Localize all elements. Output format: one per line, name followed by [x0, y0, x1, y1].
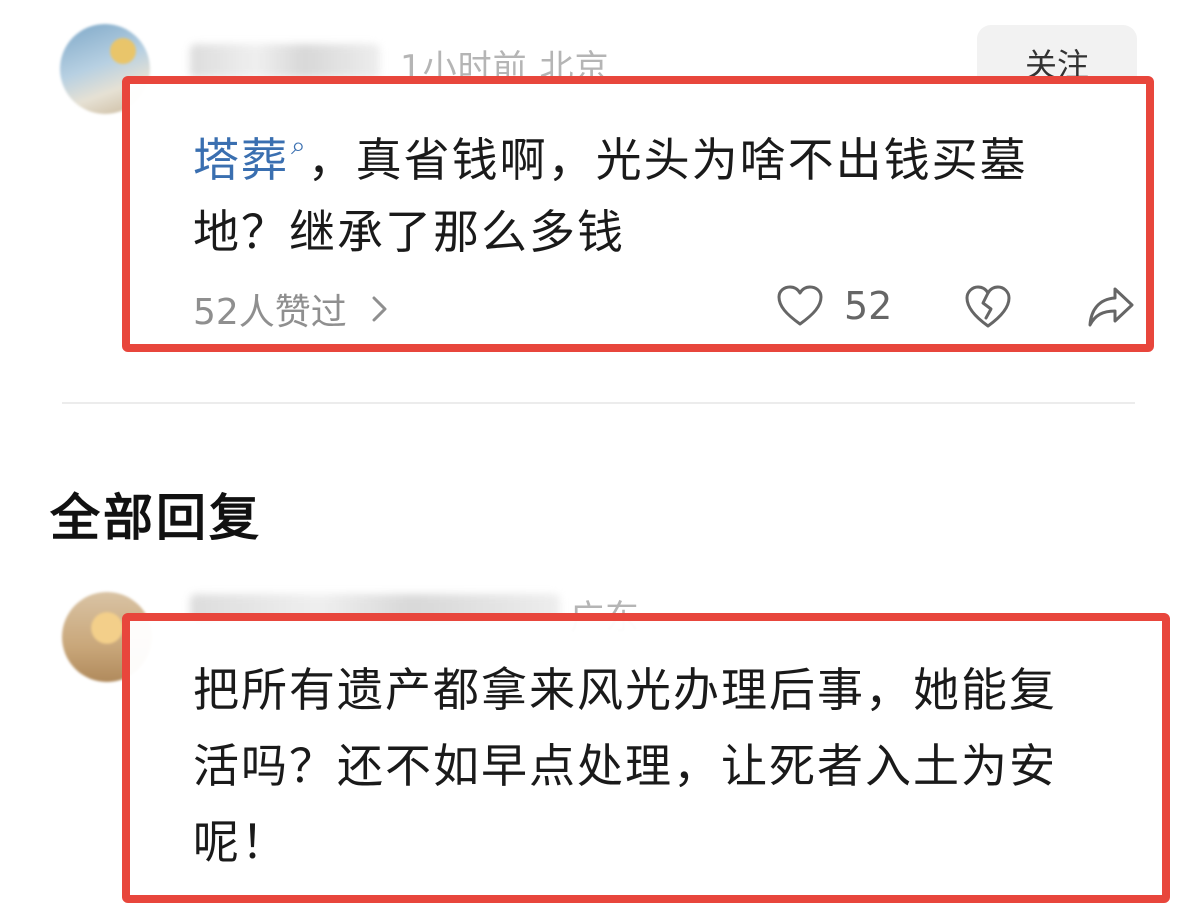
section-title: 全部回复: [50, 489, 262, 547]
comment-body: 塔葬⌕，真省钱啊，光头为啥不出钱买墓 地？继承了那么多钱: [193, 110, 1133, 268]
chevron-right-icon: [372, 296, 387, 322]
divider: [62, 402, 1135, 404]
comment-line-1: 塔葬⌕，真省钱啊，光头为啥不出钱买墓: [193, 110, 1133, 196]
share-icon: [1088, 287, 1134, 327]
topic-link[interactable]: 塔葬: [193, 133, 289, 187]
heart-icon: [777, 285, 823, 326]
reply-body: 把所有遗产都拿来风光办理后事，她能复 活吗？还不如早点处理，让死者入土为安 呢！: [193, 652, 1153, 880]
reply-line-1: 把所有遗产都拿来风光办理后事，她能复: [193, 663, 1057, 717]
reply-line-3: 呢！: [193, 815, 289, 869]
broken-heart-icon: [965, 285, 1011, 328]
comment-line-2: 地？继承了那么多钱: [193, 205, 625, 259]
like-count: 52: [844, 284, 893, 328]
likes-link-label: 52人赞过: [193, 292, 347, 333]
like-action[interactable]: 52: [776, 284, 892, 328]
username-blurred[interactable]: [190, 44, 380, 78]
search-icon: ⌕: [291, 131, 308, 161]
reply-line-2: 活吗？还不如早点处理，让死者入土为安: [193, 739, 1057, 793]
share-button[interactable]: [1086, 284, 1136, 334]
comment-line-1-text: ，真省钱啊，光头为啥不出钱买墓: [307, 133, 1028, 187]
likes-link[interactable]: 52人赞过: [193, 283, 391, 335]
dislike-button[interactable]: [964, 284, 1012, 334]
